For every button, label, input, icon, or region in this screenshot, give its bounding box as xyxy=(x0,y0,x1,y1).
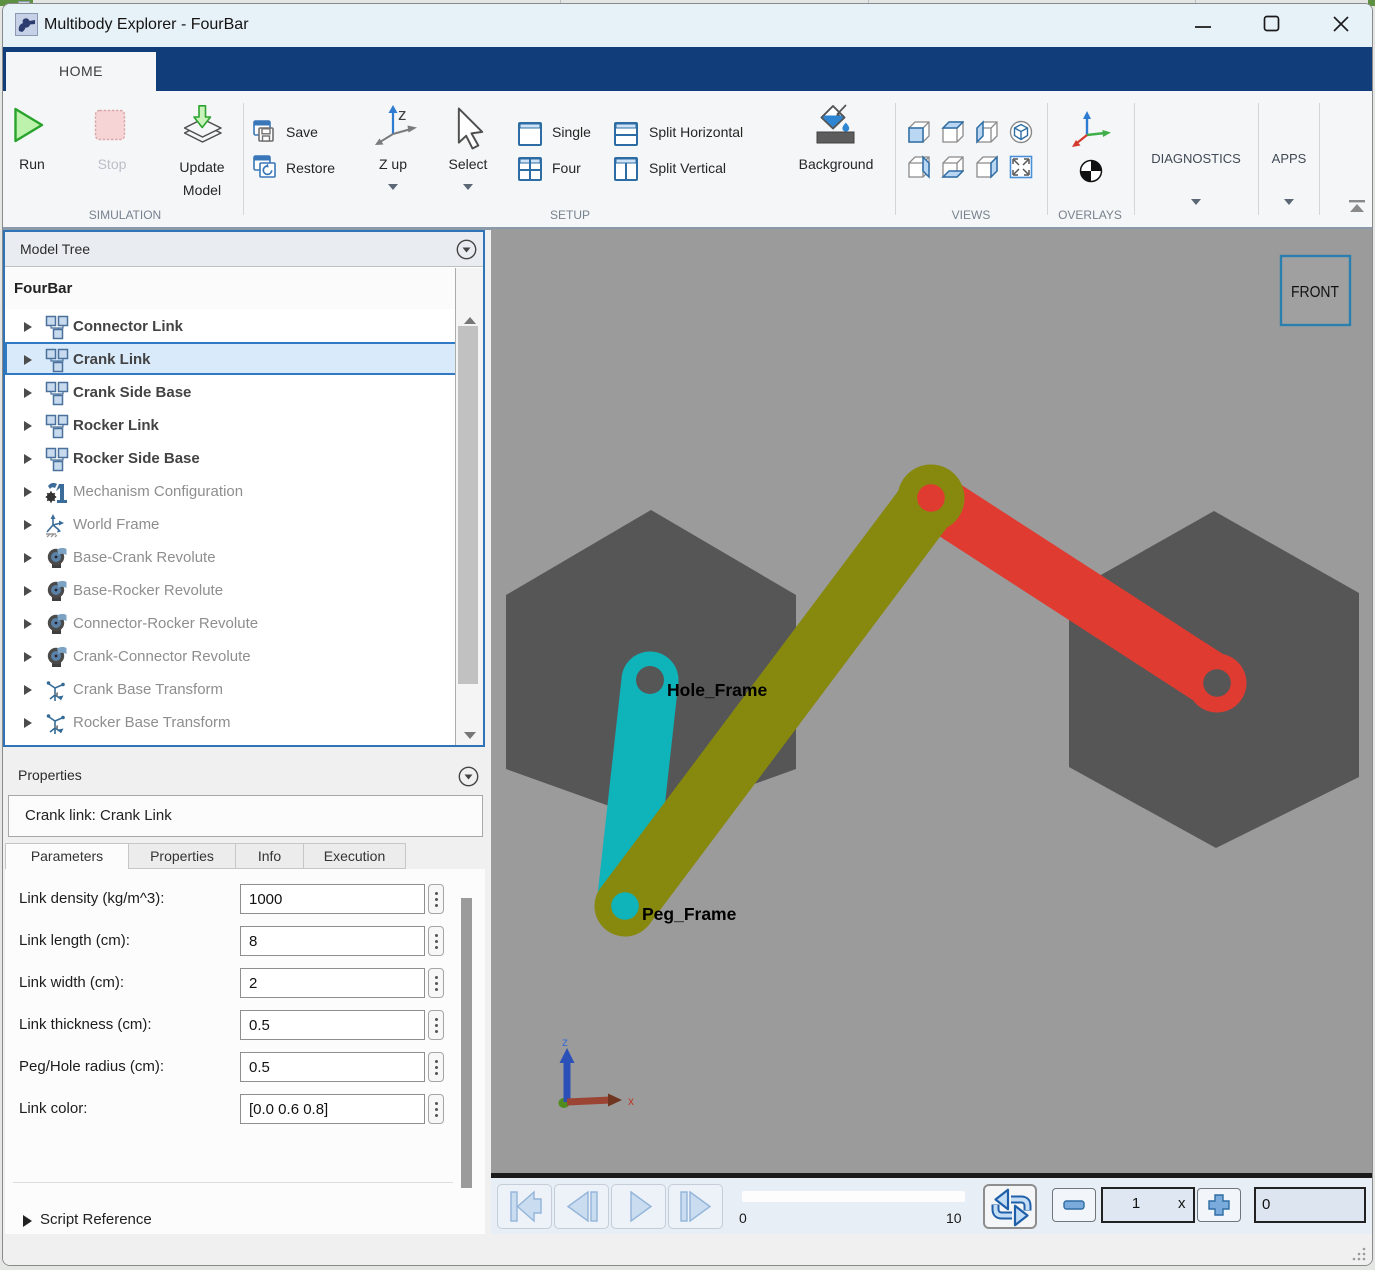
svg-text:Peg_Frame: Peg_Frame xyxy=(642,904,737,924)
svg-text:x: x xyxy=(628,1094,634,1108)
svg-text:Hole_Frame: Hole_Frame xyxy=(667,680,767,700)
svg-text:z: z xyxy=(398,105,407,124)
svg-text:FRONT: FRONT xyxy=(1291,284,1339,301)
svg-text:z: z xyxy=(562,1035,568,1049)
